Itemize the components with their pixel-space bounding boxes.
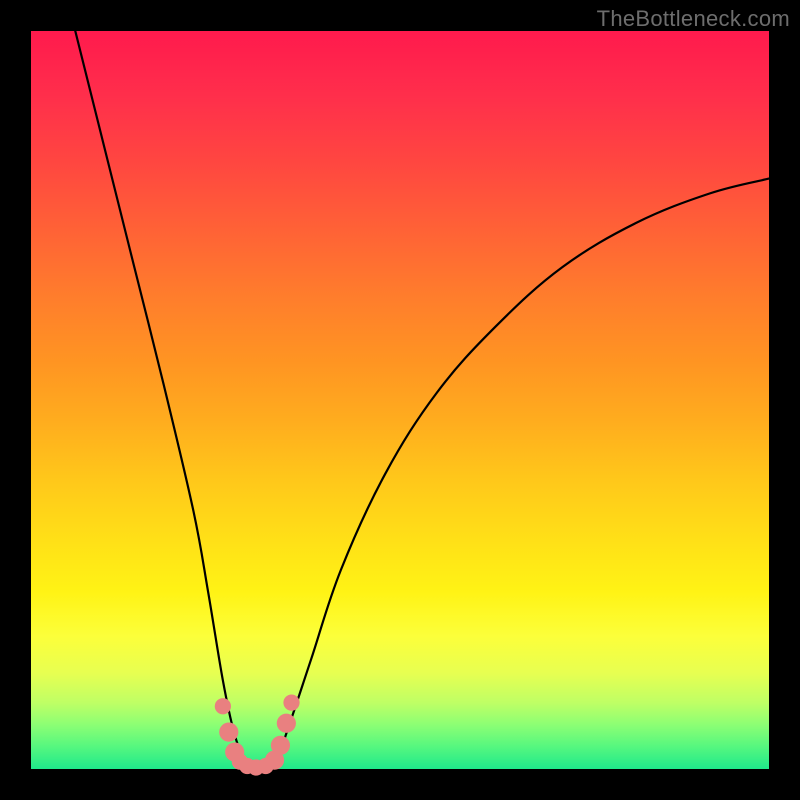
curve-marker xyxy=(219,723,238,742)
curve-marker xyxy=(215,698,231,714)
curve-marker xyxy=(283,694,299,710)
chart-frame: TheBottleneck.com xyxy=(0,0,800,800)
curve-marker xyxy=(271,736,290,755)
bottleneck-curve-svg xyxy=(31,31,769,769)
watermark-text: TheBottleneck.com xyxy=(597,6,790,32)
bottleneck-curve xyxy=(75,31,769,769)
curve-marker xyxy=(277,714,296,733)
plot-area xyxy=(31,31,769,769)
